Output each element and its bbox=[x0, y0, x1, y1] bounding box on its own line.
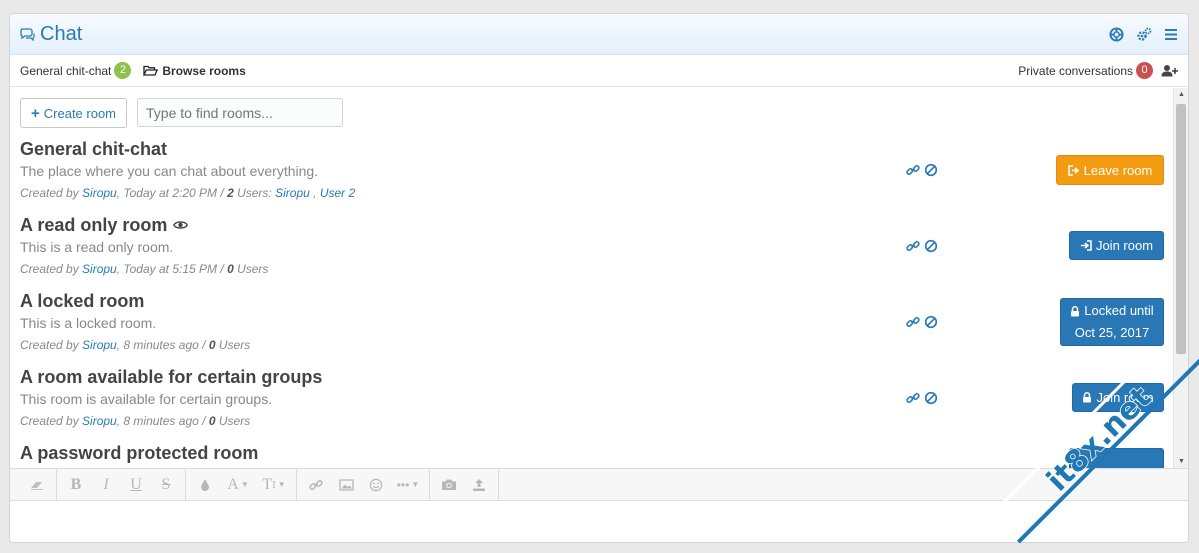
chat-title-text: Chat bbox=[40, 22, 83, 45]
scroll-up-arrow[interactable]: ▲ bbox=[1178, 91, 1185, 98]
room-item: A room available for certain groups This… bbox=[20, 366, 1164, 442]
message-editor[interactable] bbox=[10, 501, 1188, 542]
add-user-icon[interactable] bbox=[1161, 64, 1178, 77]
room-item: General chit-chat The place where you ca… bbox=[20, 138, 1164, 214]
create-room-label: Create room bbox=[43, 105, 117, 121]
eye-icon bbox=[173, 221, 189, 229]
ban-icon[interactable] bbox=[924, 315, 938, 329]
ban-icon[interactable] bbox=[924, 239, 938, 253]
chat-panel: Chat General chit-chat 2 Browse rooms Pr… bbox=[9, 13, 1189, 543]
link-icon[interactable] bbox=[906, 239, 920, 253]
italic-icon[interactable]: I bbox=[91, 471, 121, 499]
link-icon[interactable] bbox=[906, 391, 920, 405]
chat-header: Chat bbox=[10, 14, 1188, 55]
scrollbar-thumb[interactable] bbox=[1176, 104, 1186, 354]
room-user-link[interactable]: Siropu bbox=[275, 186, 310, 200]
room-author-link[interactable]: Siropu bbox=[82, 262, 117, 276]
gears-icon[interactable] bbox=[1136, 27, 1152, 42]
folder-open-icon bbox=[143, 65, 159, 76]
chat-title: Chat bbox=[20, 23, 82, 46]
eraser-icon[interactable] bbox=[22, 471, 52, 499]
color-icon[interactable] bbox=[190, 471, 220, 499]
room-item: A locked room This is a locked room. Cre… bbox=[20, 290, 1164, 366]
private-count-badge: 0 bbox=[1136, 62, 1153, 79]
room-search-input[interactable] bbox=[137, 98, 344, 127]
link-icon[interactable] bbox=[906, 315, 920, 329]
lifebuoy-icon[interactable] bbox=[1109, 26, 1124, 42]
room-name[interactable]: General chit-chat bbox=[20, 138, 1164, 160]
scroll-down-arrow[interactable]: ▼ bbox=[1178, 458, 1185, 465]
upload-icon[interactable] bbox=[464, 471, 494, 499]
tab-browse-label: Browse rooms bbox=[162, 63, 246, 78]
strikethrough-icon[interactable]: S bbox=[151, 471, 181, 499]
tab-general-label: General chit-chat bbox=[20, 63, 112, 78]
tab-browse-rooms[interactable]: Browse rooms bbox=[143, 63, 246, 78]
camera-icon[interactable] bbox=[434, 471, 464, 499]
image-icon[interactable] bbox=[331, 471, 361, 499]
room-meta: Created by Siropu, 8 minutes ago / 0 Use… bbox=[20, 338, 251, 352]
room-author-link[interactable]: Siropu bbox=[82, 186, 117, 200]
sign-in-icon bbox=[1080, 240, 1092, 251]
lock-icon bbox=[1083, 392, 1092, 403]
room-description: This room is available for certain group… bbox=[20, 391, 273, 407]
lock-icon bbox=[1071, 305, 1080, 316]
room-name[interactable]: A locked room bbox=[20, 290, 1164, 312]
join-room-label: Join room bbox=[1095, 238, 1154, 253]
room-item: A password protected room bbox=[20, 442, 1164, 468]
font-size-icon[interactable]: T I ▼ bbox=[256, 471, 292, 499]
unread-badge: 2 bbox=[114, 62, 132, 79]
locked-label: Locked until bbox=[1084, 303, 1154, 318]
room-name[interactable]: A read only room bbox=[20, 214, 1164, 236]
room-user-link[interactable]: User 2 bbox=[320, 186, 355, 200]
leave-room-label: Leave room bbox=[1083, 162, 1153, 178]
link-icon[interactable] bbox=[301, 471, 331, 499]
room-item: A read only room This is a read only roo… bbox=[20, 214, 1164, 290]
editor-toolbar: B I U S A ▼ T I ▼ ••• ▼ bbox=[10, 468, 1188, 501]
chat-bubbles-icon bbox=[20, 28, 35, 41]
link-icon[interactable] bbox=[906, 163, 920, 177]
menu-icon[interactable] bbox=[1164, 28, 1178, 41]
smiley-icon[interactable] bbox=[361, 471, 391, 499]
create-room-button[interactable]: + Create room bbox=[20, 98, 128, 128]
room-meta: Created by Siropu, Today at 5:15 PM / 0 … bbox=[20, 262, 269, 276]
tab-private-conversations[interactable]: Private conversations 0 bbox=[1018, 62, 1153, 79]
ban-icon[interactable] bbox=[924, 163, 938, 177]
underline-icon[interactable]: U bbox=[121, 471, 151, 499]
font-family-icon[interactable]: A ▼ bbox=[220, 471, 256, 499]
tab-private-label: Private conversations bbox=[1018, 63, 1133, 78]
rooms-list: + Create room General chit-chat The plac… bbox=[10, 88, 1174, 468]
rooms-scrollbar[interactable]: ▲ ▼ bbox=[1173, 88, 1188, 468]
room-author-link[interactable]: Siropu bbox=[82, 414, 117, 428]
plus-icon: + bbox=[31, 104, 40, 122]
join-room-label: Join room bbox=[1096, 390, 1154, 405]
join-room-button[interactable] bbox=[1069, 448, 1164, 468]
room-name[interactable]: A room available for certain groups bbox=[20, 366, 1164, 388]
ban-icon[interactable] bbox=[924, 391, 938, 405]
join-room-button[interactable]: Join room bbox=[1069, 231, 1164, 260]
room-description: This is a locked room. bbox=[20, 315, 157, 331]
room-description: This is a read only room. bbox=[20, 239, 174, 255]
room-name[interactable]: A password protected room bbox=[20, 442, 1164, 464]
leave-room-button[interactable]: Leave room bbox=[1056, 155, 1164, 185]
join-room-button[interactable]: Join room bbox=[1072, 383, 1164, 412]
sign-out-icon bbox=[1067, 164, 1079, 176]
room-description: The place where you can chat about every… bbox=[20, 163, 319, 179]
locked-date: Oct 25, 2017 bbox=[1074, 325, 1150, 340]
bold-icon[interactable]: B bbox=[61, 471, 91, 499]
room-meta: Created by Siropu, 8 minutes ago / 0 Use… bbox=[20, 414, 251, 428]
more-options-icon[interactable]: ••• ▼ bbox=[391, 471, 425, 499]
chat-tabs: General chit-chat 2 Browse rooms Private… bbox=[10, 55, 1188, 87]
locked-until-button[interactable]: Locked until Oct 25, 2017 bbox=[1060, 298, 1164, 346]
room-author-link[interactable]: Siropu bbox=[82, 338, 117, 352]
room-meta: Created by Siropu, Today at 2:20 PM / 2 … bbox=[20, 186, 356, 200]
tab-general-chit-chat[interactable]: General chit-chat 2 bbox=[20, 62, 132, 79]
